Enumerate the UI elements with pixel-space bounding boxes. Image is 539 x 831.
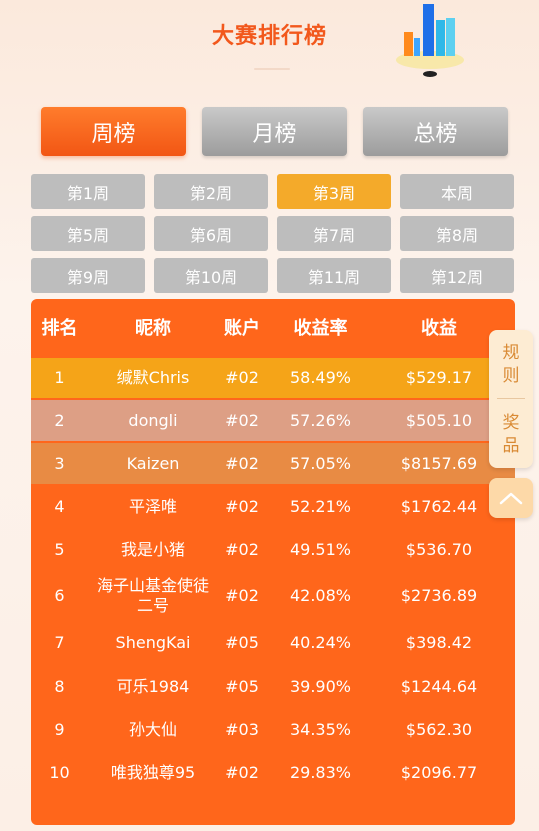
cell-nickname: ShengKai (115, 633, 191, 652)
cell-nickname: dongli (128, 410, 178, 430)
rules-button[interactable]: 规 则 (489, 342, 533, 388)
cell-profit: $1762.44 (400, 496, 478, 516)
cell-rate: 42.08% (289, 586, 351, 605)
cell-rate: 40.24% (289, 633, 351, 652)
table-row[interactable]: 4 平泽唯 #02 52.21% $1762.44 (31, 486, 515, 527)
cell-rate: 39.90% (289, 676, 351, 696)
cell-profit: $2736.89 (400, 586, 478, 605)
table-row[interactable]: 7 ShengKai #05 40.24% $398.42 (31, 622, 515, 664)
week-button-active[interactable]: 第3周 (277, 174, 391, 209)
week-button[interactable]: 第7周 (277, 216, 391, 251)
week-button[interactable]: 第8周 (400, 216, 514, 251)
week-button[interactable]: 第1周 (31, 174, 145, 209)
prizes-char-1: 奖 (502, 413, 520, 433)
table-row[interactable]: 5 我是小猪 #02 49.51% $536.70 (31, 529, 515, 570)
cell-profit: $529.17 (405, 368, 473, 387)
tab-monthly[interactable]: 月榜 (202, 107, 347, 156)
cell-nickname: 唯我独尊95 (110, 762, 196, 782)
week-button[interactable]: 第6周 (154, 216, 268, 251)
cell-nickname: 平泽唯 (128, 496, 177, 516)
cell-rank: 1 (54, 368, 65, 387)
back-to-top-button[interactable] (489, 478, 533, 518)
table-row[interactable]: 8 可乐1984 #05 39.90% $1244.64 (31, 666, 515, 707)
cell-account: #05 (225, 676, 259, 696)
cell-account: #05 (225, 633, 259, 652)
bar-chart-icon (396, 4, 464, 77)
cell-rank: 6 (54, 586, 65, 605)
cell-account: #02 (225, 410, 259, 430)
cell-profit: $2096.77 (400, 762, 478, 782)
tab-total[interactable]: 总榜 (363, 107, 508, 156)
header-rate: 收益率 (293, 318, 348, 339)
cell-account: #02 (225, 496, 259, 516)
cell-account: #02 (225, 586, 259, 605)
header-account: 账户 (224, 318, 260, 339)
cell-rate: 57.26% (289, 410, 351, 430)
cell-account: #02 (225, 368, 259, 387)
cell-profit: $1244.64 (400, 676, 478, 696)
table-row[interactable]: 3 Kaizen #02 57.05% $8157.69 (31, 443, 515, 484)
header-rank: 排名 (41, 318, 78, 339)
cell-account: #02 (225, 762, 259, 782)
cell-rate: 57.05% (289, 453, 351, 473)
cell-nickname: 缄默Chris (116, 368, 190, 387)
table-row[interactable]: 9 孙大仙 #03 34.35% $562.30 (31, 709, 515, 750)
cell-rank: 10 (49, 762, 70, 782)
cell-account: #03 (225, 719, 259, 739)
side-divider (497, 398, 525, 399)
cell-rank: 8 (54, 676, 65, 696)
week-button[interactable]: 第11周 (277, 258, 391, 293)
prizes-char-2: 品 (502, 436, 520, 456)
week-button[interactable]: 第2周 (154, 174, 268, 209)
chevron-up-icon (499, 492, 523, 505)
cell-rank: 4 (54, 496, 65, 516)
table-row[interactable]: 2 dongli #02 57.26% $505.10 (31, 400, 515, 441)
header-profit: 收益 (421, 318, 457, 339)
cell-profit: $505.10 (405, 410, 473, 430)
side-panel: 规 则 奖 品 (489, 330, 533, 468)
table-row[interactable]: 10 唯我独尊95 #02 29.83% $2096.77 (31, 752, 515, 793)
cell-profit: $536.70 (405, 539, 473, 559)
header: 大赛排行榜 (0, 0, 539, 95)
tab-weekly[interactable]: 周榜 (41, 107, 186, 156)
cell-nickname: 海子山基金使徒二号 (96, 576, 209, 615)
cell-nickname: 我是小猪 (120, 539, 185, 559)
cell-profit: $562.30 (405, 719, 473, 739)
cell-rate: 52.21% (289, 496, 351, 516)
cell-nickname: Kaizen (126, 453, 180, 473)
table-row[interactable]: 1 缄默Chris #02 58.49% $529.17 (31, 358, 515, 398)
cell-nickname: 可乐1984 (116, 676, 190, 696)
cell-rank: 9 (54, 719, 65, 739)
rules-char-2: 则 (502, 366, 520, 386)
main-tabs: 周榜 月榜 总榜 (41, 107, 508, 156)
ranking-table: 排名 昵称 账户 收益率 收益 1 缄默Chris #02 58.49% $52… (31, 299, 515, 825)
cell-rate: 49.51% (289, 539, 351, 559)
week-button[interactable]: 本周 (400, 174, 514, 209)
rules-char-1: 规 (502, 343, 520, 363)
cell-rank: 7 (54, 633, 65, 652)
cell-profit: $398.42 (405, 633, 473, 652)
cell-account: #02 (225, 539, 259, 559)
week-button[interactable]: 第9周 (31, 258, 145, 293)
title-underline (254, 68, 290, 70)
week-button[interactable]: 第5周 (31, 216, 145, 251)
table-row[interactable]: 6 海子山基金使徒二号 #02 42.08% $2736.89 (31, 572, 515, 620)
table-header: 排名 昵称 账户 收益率 收益 (31, 299, 515, 359)
cell-profit: $8157.69 (400, 453, 478, 473)
cell-account: #02 (225, 453, 259, 473)
week-button[interactable]: 第12周 (400, 258, 514, 293)
cell-rate: 58.49% (289, 368, 351, 387)
cell-rate: 29.83% (289, 762, 351, 782)
cell-rank: 3 (54, 453, 65, 473)
header-nickname: 昵称 (135, 318, 171, 339)
cell-rate: 34.35% (289, 719, 351, 739)
cell-nickname: 孙大仙 (128, 719, 177, 739)
prizes-button[interactable]: 奖 品 (489, 412, 533, 458)
week-button[interactable]: 第10周 (154, 258, 268, 293)
cell-rank: 2 (54, 410, 65, 430)
cell-rank: 5 (54, 539, 65, 559)
